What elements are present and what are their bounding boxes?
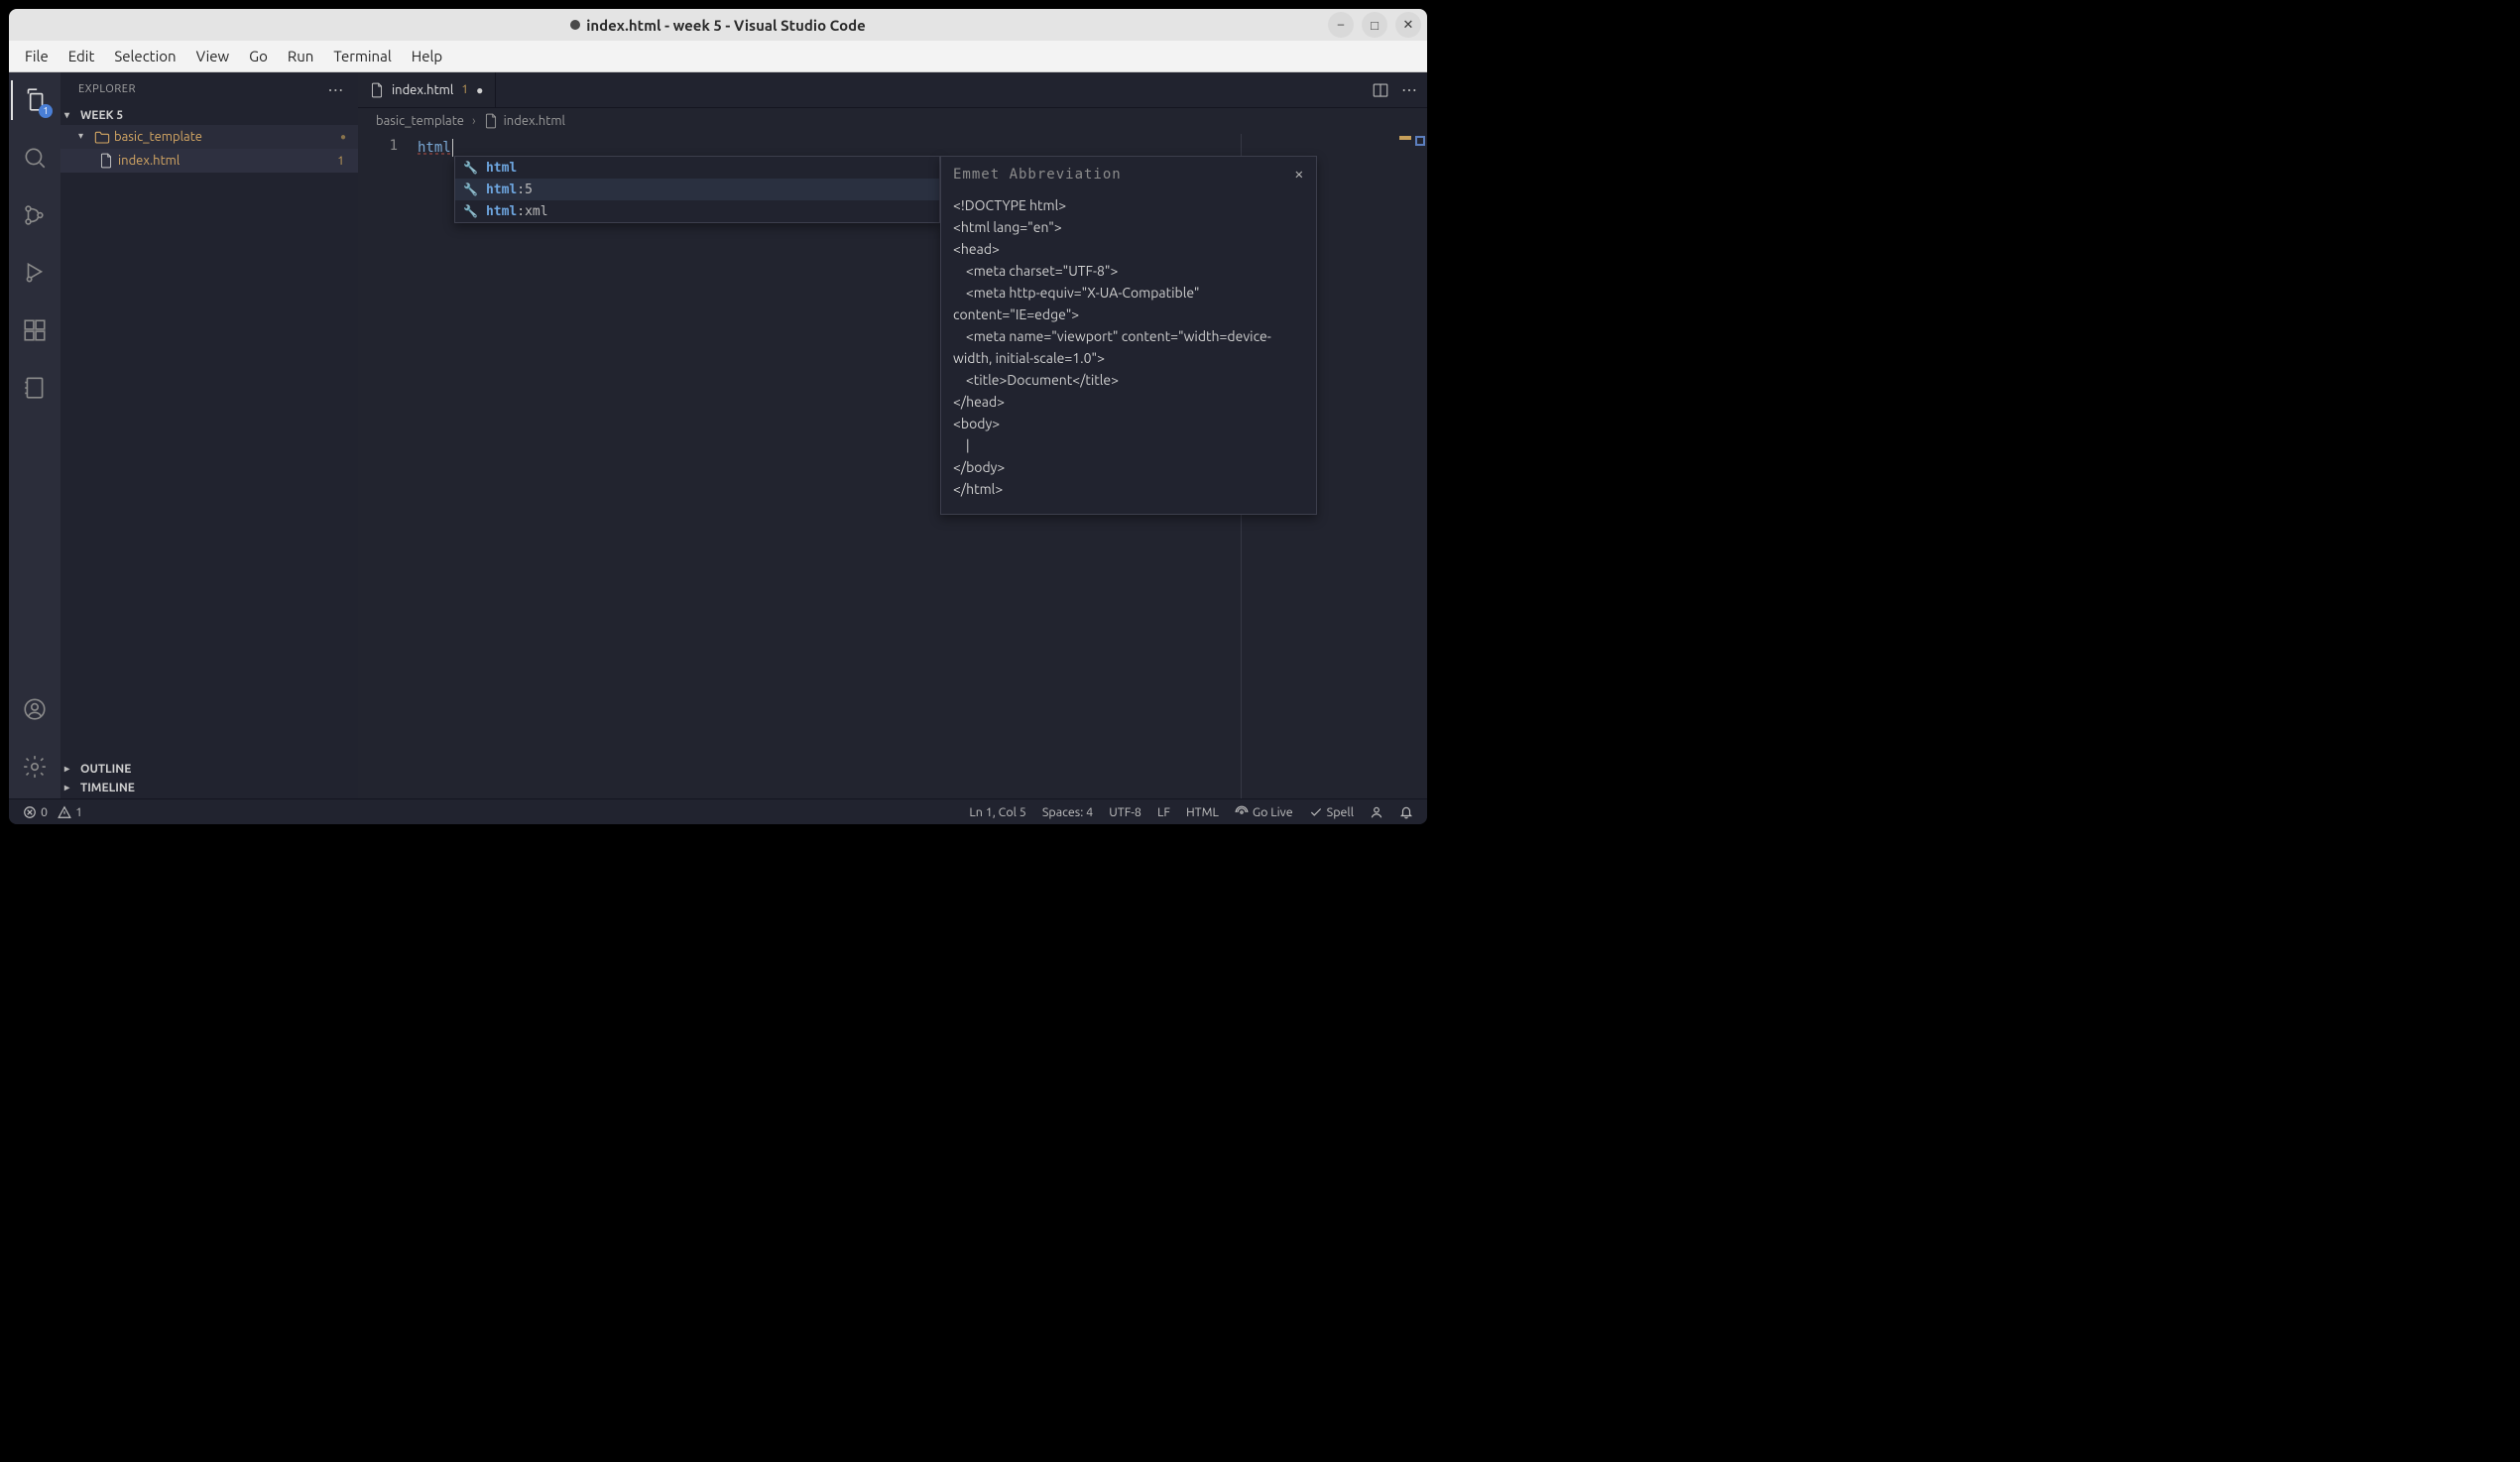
- warning-icon: [58, 805, 71, 819]
- close-button[interactable]: ✕: [1395, 12, 1421, 38]
- status-golive[interactable]: Go Live: [1235, 805, 1293, 819]
- line-gutter: 1: [358, 134, 418, 798]
- file-icon: [370, 82, 384, 98]
- dirty-dot-icon: ●: [340, 131, 346, 143]
- menu-view[interactable]: View: [186, 44, 240, 68]
- file-row[interactable]: index.html 1: [60, 149, 358, 173]
- chevron-down-icon: ▾: [78, 130, 90, 142]
- status-spell[interactable]: Spell: [1309, 805, 1354, 819]
- chevron-down-icon: ▾: [64, 109, 76, 121]
- docbox-body: <!DOCTYPE html> <html lang="en"> <head> …: [953, 194, 1304, 500]
- code-editor[interactable]: 1 html 🔧 html: [358, 134, 1427, 798]
- run-debug-icon[interactable]: [11, 253, 59, 293]
- check-icon: [1309, 805, 1323, 819]
- sidebar-title: EXPLORER: [78, 83, 136, 95]
- close-icon[interactable]: ✕: [1295, 167, 1304, 183]
- status-bar: 0 1 Ln 1, Col 5 Spaces: 4 UTF-8 LF HTML …: [9, 798, 1427, 824]
- workspace-section[interactable]: ▾ WEEK 5: [60, 106, 358, 125]
- scroll-position-icon: [1415, 136, 1425, 146]
- status-encoding[interactable]: UTF-8: [1109, 805, 1141, 819]
- status-errors[interactable]: 0 1: [23, 805, 82, 819]
- chevron-right-icon: ▸: [64, 763, 76, 775]
- chevron-right-icon: ›: [472, 114, 476, 128]
- text-cursor: [452, 139, 454, 157]
- folder-label: basic_template: [114, 130, 202, 144]
- timeline-section[interactable]: ▸ TIMELINE: [60, 779, 358, 798]
- crumb-folder: basic_template: [376, 114, 464, 128]
- split-editor-icon[interactable]: [1372, 81, 1389, 99]
- outline-label: OUTLINE: [80, 763, 131, 776]
- crumb-file: index.html: [504, 114, 565, 128]
- minimize-button[interactable]: –: [1328, 12, 1354, 38]
- file-icon: [484, 113, 498, 129]
- suggest-item[interactable]: 🔧 html:5: [455, 179, 939, 200]
- status-language[interactable]: HTML: [1186, 805, 1219, 819]
- status-spaces[interactable]: Spaces: 4: [1042, 805, 1093, 819]
- chevron-right-icon: ▸: [64, 782, 76, 793]
- activity-bar: 1: [9, 72, 60, 798]
- suggest-item[interactable]: 🔧 html:xml: [455, 200, 939, 222]
- overview-warning-icon: [1399, 136, 1411, 140]
- code-token: html: [418, 140, 451, 156]
- workspace-name: WEEK 5: [80, 109, 123, 122]
- folder-row[interactable]: ▾ basic_template ●: [60, 125, 358, 149]
- menu-selection[interactable]: Selection: [104, 44, 185, 68]
- folder-open-icon: [94, 130, 110, 144]
- file-icon: [98, 153, 114, 169]
- wrench-icon: 🔧: [463, 183, 478, 196]
- maximize-button[interactable]: □: [1362, 12, 1387, 38]
- wrench-icon: 🔧: [463, 204, 478, 218]
- line-number: 1: [358, 138, 398, 154]
- menu-help[interactable]: Help: [402, 44, 452, 68]
- status-bell-icon[interactable]: [1399, 805, 1413, 819]
- breadcrumb[interactable]: basic_template › index.html: [358, 108, 1427, 134]
- explorer-sidebar: EXPLORER ⋯ ▾ WEEK 5 ▾ basic_template ●: [60, 72, 358, 798]
- suggest-documentation: Emmet Abbreviation ✕ <!DOCTYPE html> <ht…: [940, 156, 1317, 515]
- accounts-icon[interactable]: [11, 689, 59, 729]
- search-icon[interactable]: [11, 138, 59, 178]
- editor-area: index.html 1 ● ⋯ basic_template ›: [358, 72, 1427, 798]
- wrench-icon: 🔧: [463, 161, 478, 175]
- suggest-item-rest: :xml: [517, 204, 547, 219]
- menu-run[interactable]: Run: [278, 44, 323, 68]
- settings-gear-icon[interactable]: [11, 747, 59, 787]
- suggest-item-bold: html: [486, 161, 517, 176]
- explorer-icon[interactable]: 1: [11, 80, 59, 120]
- timeline-label: TIMELINE: [80, 782, 135, 794]
- window-title: index.html - week 5 - Visual Studio Code: [586, 17, 866, 34]
- menu-terminal[interactable]: Terminal: [323, 44, 401, 68]
- suggest-item-bold: html: [486, 204, 517, 219]
- docbox-title: Emmet Abbreviation: [953, 167, 1122, 183]
- tab-bar: index.html 1 ● ⋯: [358, 72, 1427, 108]
- editor-more-icon[interactable]: ⋯: [1401, 80, 1417, 99]
- outline-section[interactable]: ▸ OUTLINE: [60, 760, 358, 779]
- tab-dirty-icon: ●: [476, 83, 483, 97]
- menu-edit[interactable]: Edit: [59, 44, 105, 68]
- notebook-icon[interactable]: [11, 368, 59, 408]
- menu-file[interactable]: File: [15, 44, 59, 68]
- extensions-icon[interactable]: [11, 310, 59, 350]
- file-label: index.html: [118, 154, 180, 168]
- suggest-item-rest: :5: [517, 183, 533, 197]
- status-position[interactable]: Ln 1, Col 5: [969, 805, 1026, 819]
- suggest-item-bold: html: [486, 183, 517, 197]
- source-control-icon[interactable]: [11, 195, 59, 235]
- explorer-badge: 1: [39, 104, 53, 118]
- sidebar-more-icon[interactable]: ⋯: [327, 80, 344, 99]
- menu-bar: File Edit Selection View Go Run Terminal…: [9, 41, 1427, 72]
- suggest-item[interactable]: 🔧 html: [455, 157, 939, 179]
- tab-label: index.html: [392, 83, 453, 97]
- tab-index-html[interactable]: index.html 1 ●: [358, 72, 496, 107]
- menu-go[interactable]: Go: [239, 44, 278, 68]
- status-eol[interactable]: LF: [1157, 805, 1170, 819]
- file-problem-badge: 1: [337, 155, 344, 168]
- window-titlebar: index.html - week 5 - Visual Studio Code…: [9, 9, 1427, 41]
- tab-problem-badge: 1: [461, 83, 468, 96]
- suggest-widget[interactable]: 🔧 html 🔧 html:5 🔧 html:xml: [454, 156, 940, 223]
- dirty-indicator-icon: [570, 20, 580, 30]
- status-feedback-icon[interactable]: [1370, 805, 1383, 819]
- broadcast-icon: [1235, 805, 1249, 819]
- error-icon: [23, 805, 37, 819]
